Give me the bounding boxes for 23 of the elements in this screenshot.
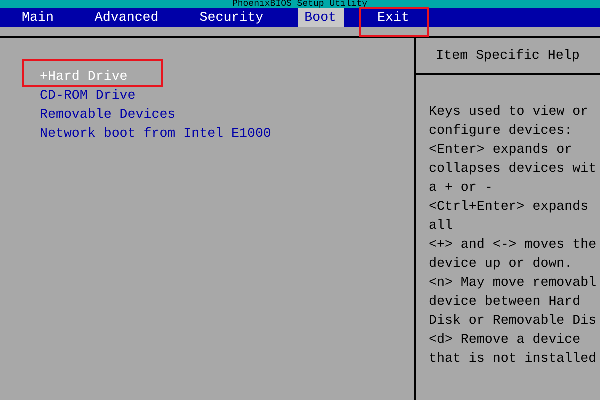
help-text: all bbox=[429, 217, 454, 235]
help-text: a + or - bbox=[429, 179, 494, 197]
menu-tab[interactable]: Exit bbox=[370, 8, 416, 27]
help-text: that is not installed bbox=[429, 350, 598, 368]
boot-device-item[interactable]: Network boot from Intel E1000 bbox=[40, 126, 272, 141]
boot-device-item[interactable]: Removable Devices bbox=[40, 107, 176, 122]
help-text: device between Hard bbox=[429, 293, 582, 311]
menu-tab[interactable]: Advanced bbox=[88, 8, 166, 27]
help-text: <Ctrl+Enter> expands bbox=[429, 198, 590, 216]
help-text: device up or down. bbox=[429, 255, 574, 273]
help-title: Item Specific Help bbox=[436, 48, 580, 63]
help-text: <+> and <-> moves the bbox=[429, 236, 598, 254]
help-text: Keys used to view or bbox=[429, 103, 590, 121]
help-text: Disk or Removable Dis bbox=[429, 312, 598, 330]
help-text: <Enter> expands or bbox=[429, 141, 574, 159]
boot-device-item[interactable]: CD-ROM Drive bbox=[40, 88, 136, 103]
help-text: <n> May move removabl bbox=[429, 274, 598, 292]
help-text: configure devices: bbox=[429, 122, 574, 140]
menu-tab[interactable]: Boot bbox=[298, 8, 344, 27]
help-text: collapses devices wit bbox=[429, 160, 598, 178]
menu-tab[interactable]: Main bbox=[15, 8, 61, 27]
help-text: <d> Remove a device bbox=[429, 331, 582, 349]
menu-tab[interactable]: Security bbox=[192, 8, 271, 27]
